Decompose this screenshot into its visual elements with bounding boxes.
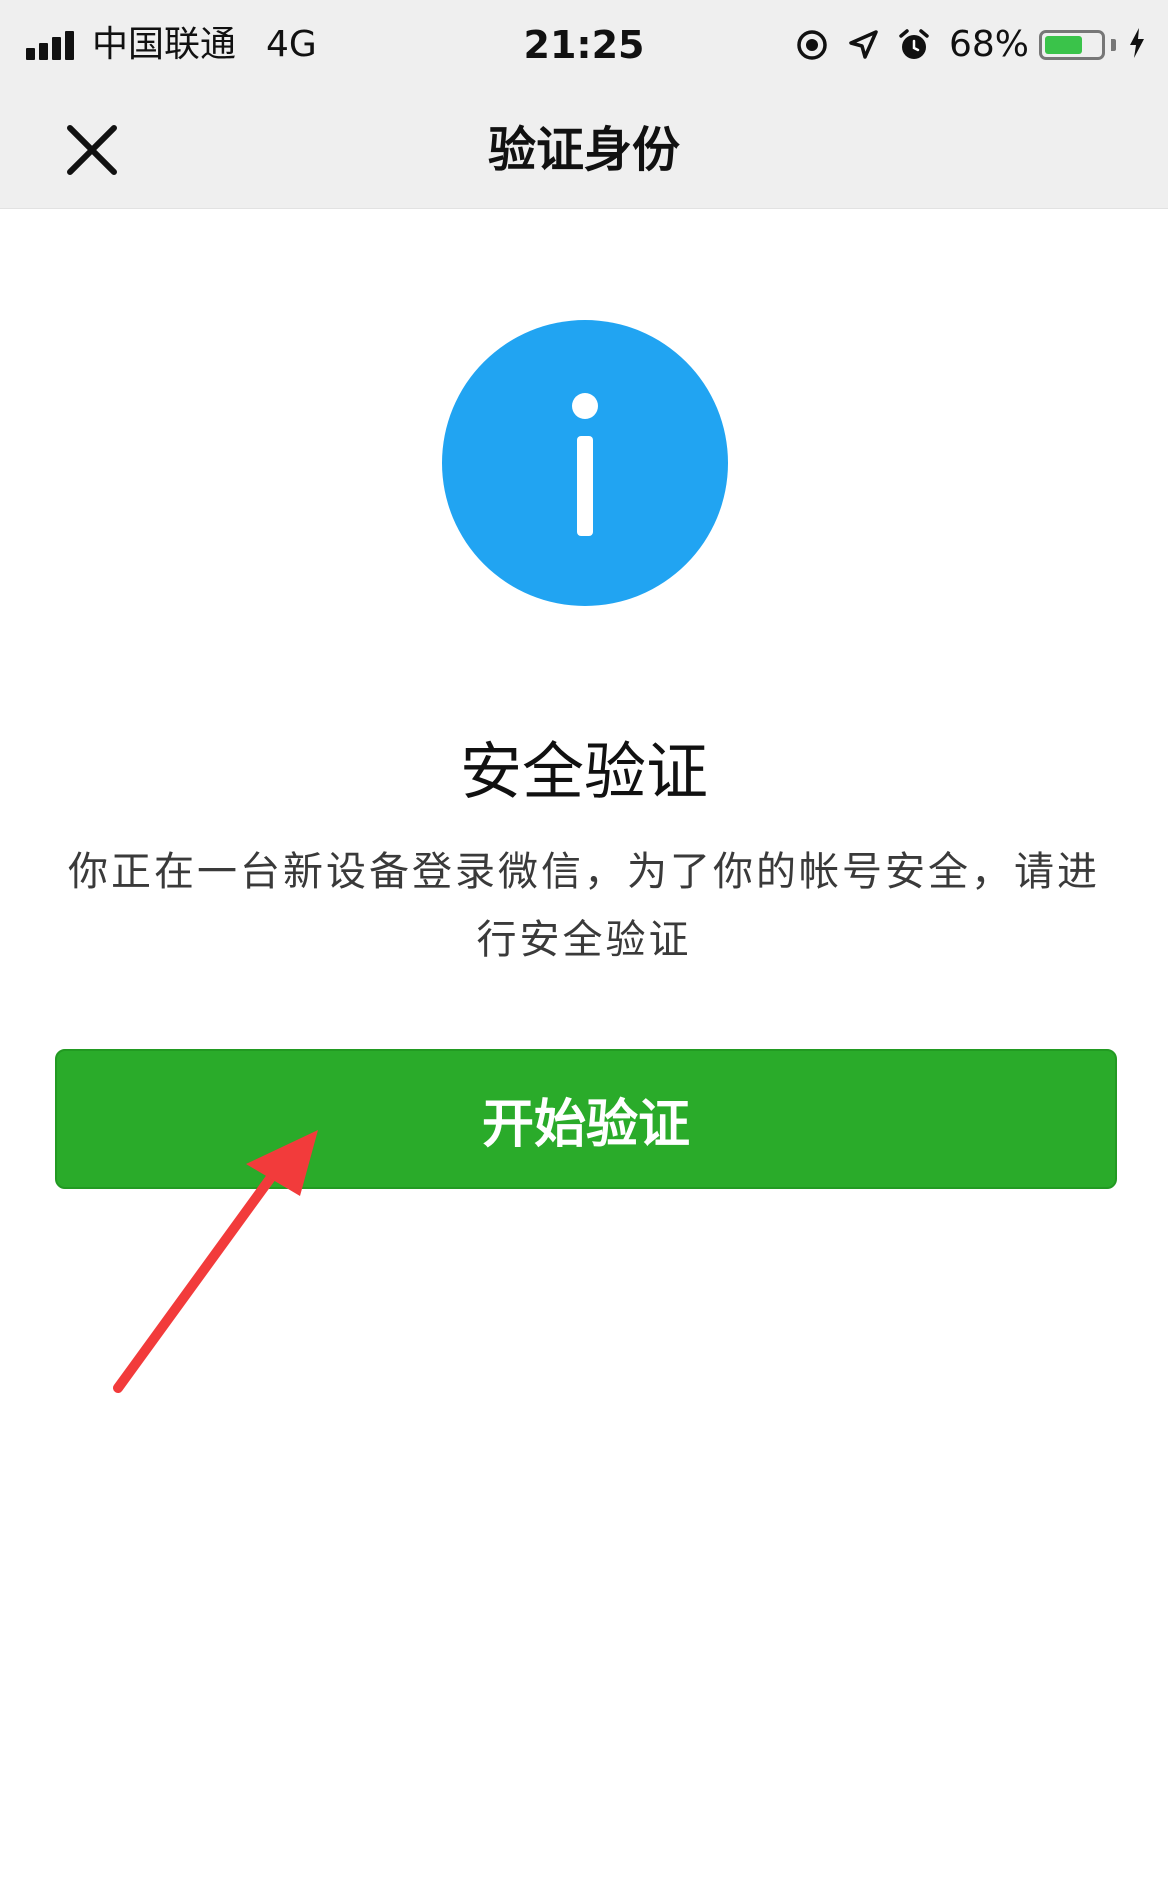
page-title: 验证身份 — [487, 122, 680, 178]
verify-identity-screen: 中国联通 4G 21:25 68% 验证身份 安全验证 你正在一台新设备登录微信… — [0, 0, 1168, 1896]
status-right: 68% — [795, 20, 1146, 70]
security-heading: 安全验证 — [459, 735, 708, 808]
security-description: 你正在一台新设备登录微信，为了你的帐号安全，请进行安全验证 — [68, 849, 1100, 963]
battery-icon — [1039, 30, 1105, 60]
battery-tip — [1111, 39, 1116, 51]
location-icon — [847, 29, 879, 61]
start-verification-button[interactable]: 开始验证 — [55, 1049, 1117, 1189]
status-bar: 中国联通 4G 21:25 68% — [0, 0, 1168, 90]
screen-lock-icon — [795, 28, 829, 62]
battery-percent: 68% — [948, 24, 1029, 65]
charging-icon — [1128, 27, 1146, 63]
nav-bar: 验证身份 — [0, 90, 1168, 209]
info-icon — [442, 320, 728, 606]
alarm-icon — [897, 28, 931, 62]
battery-level — [1045, 36, 1082, 54]
